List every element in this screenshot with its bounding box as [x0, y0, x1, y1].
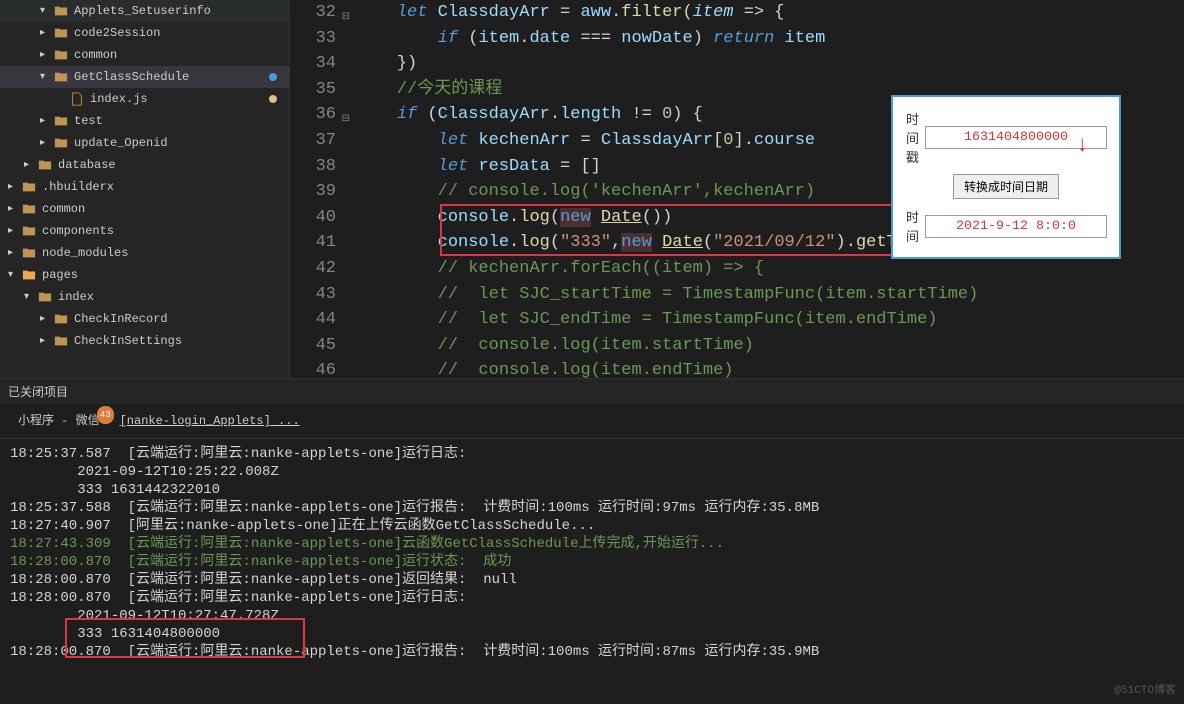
timestamp-input[interactable]: [925, 126, 1107, 149]
closed-projects-bar[interactable]: 已关闭项目: [0, 378, 1184, 404]
line-gutter: 32⊟33343536⊟37383940414243444546: [290, 0, 356, 378]
tree-item-label: pages: [42, 268, 78, 282]
tree-item-getclassschedule[interactable]: ▾ GetClassSchedule: [0, 66, 289, 88]
tree-item-pages[interactable]: ▾ pages: [0, 264, 289, 286]
folder-icon: [38, 290, 54, 304]
folder-icon: [54, 334, 70, 348]
terminal-line: 18:27:43.309 [云端运行:阿里云:nanke-applets-one…: [10, 535, 1174, 553]
tree-item-label: common: [74, 48, 117, 62]
folder-icon: [22, 180, 38, 194]
tree-item-checkinsettings[interactable]: ▸ CheckInSettings: [0, 330, 289, 352]
folder-icon: [54, 4, 70, 18]
tree-item-label: GetClassSchedule: [74, 70, 189, 84]
tree-item-label: components: [42, 224, 114, 238]
popup-label-timestamp: 时间戳: [905, 109, 919, 166]
tree-item-applets-setuserinfo[interactable]: ▾ Applets_Setuserinfo: [0, 0, 289, 22]
terminal-output[interactable]: 18:25:37.587 [云端运行:阿里云:nanke-applets-one…: [0, 439, 1184, 667]
folder-icon: [54, 26, 70, 40]
tree-item-index-js[interactable]: index.js: [0, 88, 289, 110]
tree-item-checkinrecord[interactable]: ▸ CheckInRecord: [0, 308, 289, 330]
tree-item-label: .hbuilderx: [42, 180, 114, 194]
terminal-tab-wechat[interactable]: 小程序 - 微信43: [8, 408, 110, 434]
time-output[interactable]: [925, 215, 1107, 238]
folder-icon: [54, 48, 70, 62]
folder-icon: [22, 268, 38, 282]
chevron-icon: ▸: [8, 203, 22, 215]
tree-item-update-openid[interactable]: ▸ update_Openid: [0, 132, 289, 154]
tree-item-label: Applets_Setuserinfo: [74, 4, 211, 18]
watermark: @51CTO博客: [1114, 682, 1176, 700]
tree-item-label: CheckInRecord: [74, 312, 168, 326]
tree-item-label: index: [58, 290, 94, 304]
tree-item-code2session[interactable]: ▸ code2Session: [0, 22, 289, 44]
chevron-icon: ▸: [8, 225, 22, 237]
folder-icon: [22, 246, 38, 260]
tree-item-label: common: [42, 202, 85, 216]
folder-icon: [54, 136, 70, 150]
terminal-line: 2021-09-12T10:27:47.728Z: [10, 607, 1174, 625]
chevron-icon: ▸: [8, 181, 22, 193]
convert-button[interactable]: 转换成时间日期: [953, 174, 1059, 199]
chevron-icon: ▸: [40, 335, 54, 347]
tree-item-label: database: [58, 158, 116, 172]
chevron-icon: ▾: [40, 5, 54, 17]
tree-item-node-modules[interactable]: ▸ node_modules: [0, 242, 289, 264]
tree-item-label: test: [74, 114, 103, 128]
tree-item-test[interactable]: ▸ test: [0, 110, 289, 132]
chevron-icon: ▸: [40, 115, 54, 127]
terminal-line: 333 1631442322010: [10, 481, 1174, 499]
folder-icon: [22, 202, 38, 216]
file-icon: [70, 92, 86, 106]
tree-item-common[interactable]: ▸ common: [0, 198, 289, 220]
chevron-icon: ▾: [40, 71, 54, 83]
terminal-tab-project[interactable]: [nanke-login_Applets] ...: [110, 408, 310, 434]
tree-item-components[interactable]: ▸ components: [0, 220, 289, 242]
terminal-line: 18:28:00.870 [云端运行:阿里云:nanke-applets-one…: [10, 553, 1174, 571]
chevron-icon: ▸: [40, 313, 54, 325]
chevron-icon: ▸: [24, 159, 38, 171]
timestamp-converter-popup: 时间戳 转换成时间日期 时间: [891, 95, 1121, 259]
status-dot: [269, 73, 277, 81]
tree-item-database[interactable]: ▸ database: [0, 154, 289, 176]
tree-item-label: index.js: [90, 92, 148, 106]
chevron-icon: ▸: [40, 137, 54, 149]
tree-item-label: code2Session: [74, 26, 160, 40]
tree-item-common[interactable]: ▸ common: [0, 44, 289, 66]
terminal-line: 18:28:00.870 [云端运行:阿里云:nanke-applets-one…: [10, 589, 1174, 607]
folder-icon: [54, 312, 70, 326]
tree-item-label: update_Openid: [74, 136, 168, 150]
terminal-line: 333 1631404800000: [10, 625, 1174, 643]
chevron-icon: ▾: [24, 291, 38, 303]
status-dot: [269, 95, 277, 103]
folder-icon: [54, 70, 70, 84]
tree-item-index[interactable]: ▾ index: [0, 286, 289, 308]
file-explorer[interactable]: ▾ Applets_Setuserinfo ▸ code2Session ▸ common…: [0, 0, 290, 378]
terminal-panel[interactable]: 小程序 - 微信43 [nanke-login_Applets] ... 18:…: [0, 404, 1184, 704]
chevron-icon: ▸: [40, 49, 54, 61]
chevron-icon: ▸: [8, 247, 22, 259]
terminal-line: 2021-09-12T10:25:22.008Z: [10, 463, 1174, 481]
terminal-line: 18:27:40.907 [阿里云:nanke-applets-one]正在上传…: [10, 517, 1174, 535]
terminal-line: 18:25:37.588 [云端运行:阿里云:nanke-applets-one…: [10, 499, 1174, 517]
code-editor[interactable]: 32⊟33343536⊟37383940414243444546 let Cla…: [290, 0, 1184, 378]
chevron-icon: ▸: [40, 27, 54, 39]
terminal-line: 18:28:00.870 [云端运行:阿里云:nanke-applets-one…: [10, 643, 1174, 661]
terminal-line: 18:25:37.587 [云端运行:阿里云:nanke-applets-one…: [10, 445, 1174, 463]
folder-icon: [54, 114, 70, 128]
tree-item-label: node_modules: [42, 246, 128, 260]
tree-item-label: CheckInSettings: [74, 334, 182, 348]
folder-icon: [22, 224, 38, 238]
terminal-line: 18:28:00.870 [云端运行:阿里云:nanke-applets-one…: [10, 571, 1174, 589]
chevron-icon: ▾: [8, 269, 22, 281]
popup-label-time: 时间: [905, 207, 919, 245]
tree-item--hbuilderx[interactable]: ▸ .hbuilderx: [0, 176, 289, 198]
folder-icon: [38, 158, 54, 172]
